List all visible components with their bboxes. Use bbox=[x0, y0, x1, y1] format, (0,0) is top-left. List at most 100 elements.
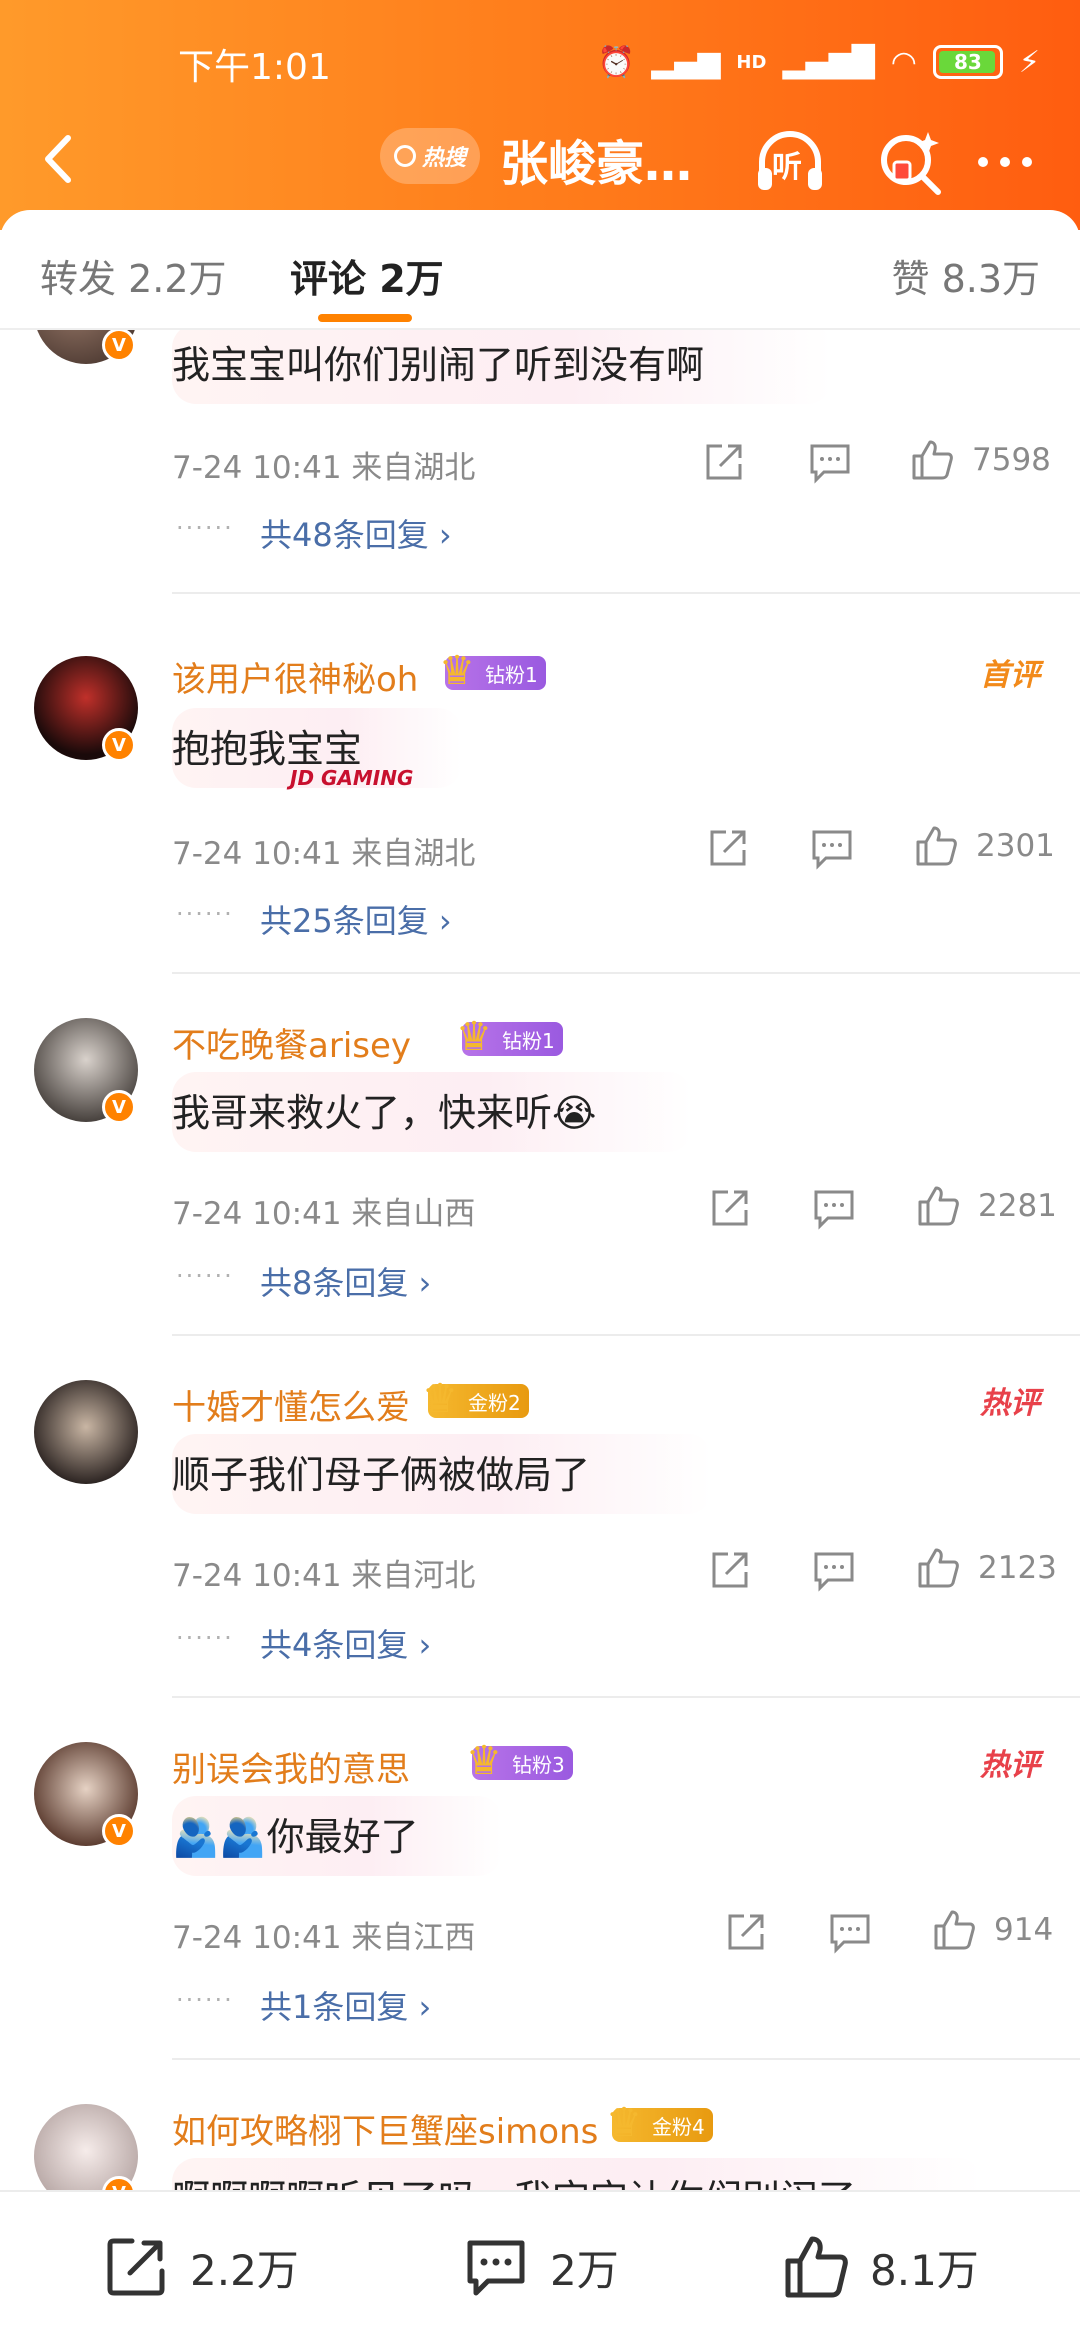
crown-icon: ♛ bbox=[439, 648, 475, 694]
like-count: 914 bbox=[994, 1912, 1054, 1948]
fan-badge: ♛ 钻粉1 bbox=[456, 1014, 563, 1060]
hot-search-badge[interactable]: 热搜 bbox=[380, 128, 480, 184]
comment-meta: 7-24 10:41 来自江西 bbox=[172, 1920, 476, 1956]
crown-icon: ♛ bbox=[466, 1738, 502, 1784]
fan-badge-label: 金粉4 bbox=[652, 2114, 705, 2139]
comment-meta: 7-24 10:41 来自山西 bbox=[172, 1196, 476, 1232]
username[interactable]: 如何攻略栩下巨蟹座simons bbox=[172, 2104, 598, 2153]
verified-badge: V bbox=[102, 330, 136, 362]
reply-dots: ······ bbox=[176, 900, 234, 928]
divider bbox=[172, 1696, 1080, 1698]
divider bbox=[172, 972, 1080, 974]
like-count: 2123 bbox=[978, 1550, 1057, 1586]
fan-badge: ♛ 金粉4 bbox=[606, 2100, 713, 2146]
like-total: 8.1万 bbox=[870, 2245, 979, 2295]
view-replies-link[interactable]: 共1条回复 › bbox=[260, 1982, 431, 2028]
replies-count: 共8条回复 bbox=[260, 1264, 409, 1302]
sticker-text: JD GAMING bbox=[290, 766, 414, 790]
header: 下午1:01 ⏰ ▂▄▆ HD ▂▄▆█ ◠ 83 ⚡ 热搜 张峻豪… 听 bbox=[0, 0, 1080, 230]
more-icon[interactable] bbox=[965, 122, 1045, 202]
battery-icon: 83 bbox=[932, 45, 1003, 79]
fan-badge-label: 钻粉1 bbox=[485, 662, 538, 687]
view-replies-link[interactable]: 共4条回复 › bbox=[260, 1620, 431, 1666]
reply-dots: ······ bbox=[176, 1262, 234, 1290]
comment-list[interactable]: V 我宝宝叫你们别闹了听到没有啊 7-24 10:41 来自湖北 7598 ··… bbox=[0, 330, 1080, 2190]
tab-comments[interactable]: 评论 2万 bbox=[290, 248, 444, 303]
divider bbox=[172, 2058, 1080, 2060]
crown-icon: ♛ bbox=[606, 2100, 642, 2146]
fan-badge-label: 钻粉1 bbox=[502, 1028, 555, 1053]
username[interactable]: 十婚才懂怎么爱 bbox=[172, 1380, 410, 1429]
comment-text: 顺子我们母子俩被做局了 bbox=[172, 1453, 591, 1497]
back-arrow-icon[interactable] bbox=[30, 124, 100, 194]
hot-search-label: 热搜 bbox=[421, 146, 466, 171]
signal-icon-2: ▂▄▆█ bbox=[782, 44, 875, 80]
replies-count: 共4条回复 bbox=[260, 1626, 409, 1664]
view-replies-link[interactable]: 共8条回复 › bbox=[260, 1258, 431, 1304]
verified-badge: V bbox=[102, 1090, 136, 1124]
reply-icon[interactable] bbox=[812, 1548, 856, 1592]
view-replies-link[interactable]: 共25条回复 › bbox=[260, 896, 452, 942]
hot-comment-tag: 热评 bbox=[980, 1386, 1040, 1421]
tab-likes[interactable]: 赞 8.3万 bbox=[891, 248, 1040, 303]
share-icon[interactable] bbox=[702, 440, 746, 484]
tab-reposts[interactable]: 转发 2.2万 bbox=[40, 248, 227, 303]
replies-count: 共1条回复 bbox=[260, 1988, 409, 2026]
view-replies-link[interactable]: 共48条回复 › bbox=[260, 510, 452, 556]
comment-text: 🫂🫂你最好了 bbox=[172, 1815, 419, 1859]
repost-button[interactable]: 2.2万 bbox=[100, 2232, 299, 2302]
wifi-icon: ◠ bbox=[890, 44, 917, 80]
comment-text: 我宝宝叫你们别闹了听到没有啊 bbox=[172, 343, 705, 387]
comment-text: 抱抱我宝宝 bbox=[172, 727, 363, 771]
like-count: 7598 bbox=[972, 442, 1051, 478]
search-sparkle-icon[interactable] bbox=[870, 122, 950, 202]
like-icon[interactable] bbox=[910, 438, 954, 482]
comment-meta: 7-24 10:41 来自湖北 bbox=[172, 836, 476, 872]
fan-badge-label: 钻粉3 bbox=[512, 1752, 565, 1777]
listen-label: 听 bbox=[772, 150, 802, 185]
first-comment-tag: 首评 bbox=[980, 658, 1040, 693]
verified-badge: V bbox=[102, 728, 136, 762]
listen-button[interactable]: 听 bbox=[750, 122, 830, 202]
share-icon[interactable] bbox=[706, 826, 750, 870]
comment-text: 啊啊啊啊听见了吗。我宝宝让你们别闹了 bbox=[172, 2168, 856, 2190]
alarm-icon: ⏰ bbox=[597, 44, 636, 80]
nav-bar: 热搜 张峻豪… 听 bbox=[0, 110, 1080, 210]
reply-icon[interactable] bbox=[828, 1910, 872, 1954]
signal-icon: ▂▄▆ bbox=[651, 44, 721, 80]
like-icon[interactable] bbox=[932, 1908, 976, 1952]
search-icon bbox=[393, 145, 416, 167]
like-icon[interactable] bbox=[914, 824, 958, 868]
status-icons: ⏰ ▂▄▆ HD ▂▄▆█ ◠ 83 ⚡ bbox=[598, 40, 1040, 84]
reply-icon[interactable] bbox=[808, 440, 852, 484]
tab-indicator bbox=[318, 314, 412, 322]
share-icon[interactable] bbox=[724, 1910, 768, 1954]
username[interactable]: 别误会我的意思 bbox=[172, 1742, 410, 1791]
reply-dots: ······ bbox=[176, 1624, 234, 1652]
reply-icon[interactable] bbox=[810, 826, 854, 870]
fan-badge-label: 金粉2 bbox=[468, 1390, 521, 1415]
page-title[interactable]: 张峻豪… bbox=[500, 124, 692, 194]
reply-dots: ······ bbox=[176, 1986, 234, 2014]
repost-icon bbox=[107, 2238, 165, 2296]
like-icon[interactable] bbox=[916, 1546, 960, 1590]
status-time: 下午1:01 bbox=[178, 47, 331, 88]
avatar[interactable] bbox=[34, 1380, 138, 1484]
username[interactable]: 该用户很神秘oh bbox=[172, 652, 418, 701]
thumbs-up-icon bbox=[785, 2236, 848, 2298]
username[interactable]: 不吃晚餐arisey bbox=[172, 1018, 411, 1067]
divider bbox=[172, 1334, 1080, 1336]
like-button[interactable]: 8.1万 bbox=[780, 2232, 979, 2302]
tab-bar: 转发 2.2万 评论 2万 赞 8.3万 bbox=[0, 210, 1080, 330]
bottom-action-bar: 2.2万 2万 8.1万 bbox=[0, 2190, 1080, 2340]
share-icon[interactable] bbox=[708, 1186, 752, 1230]
divider bbox=[172, 592, 1080, 594]
like-icon[interactable] bbox=[916, 1184, 960, 1228]
reply-icon[interactable] bbox=[812, 1186, 856, 1230]
like-count: 2301 bbox=[976, 828, 1055, 864]
share-icon[interactable] bbox=[708, 1548, 752, 1592]
fan-badge: ♛ 金粉2 bbox=[422, 1376, 529, 1422]
comment-button[interactable]: 2万 bbox=[460, 2232, 619, 2302]
comment-meta: 7-24 10:41 来自湖北 bbox=[172, 450, 476, 486]
reply-dots: ······ bbox=[176, 514, 234, 542]
